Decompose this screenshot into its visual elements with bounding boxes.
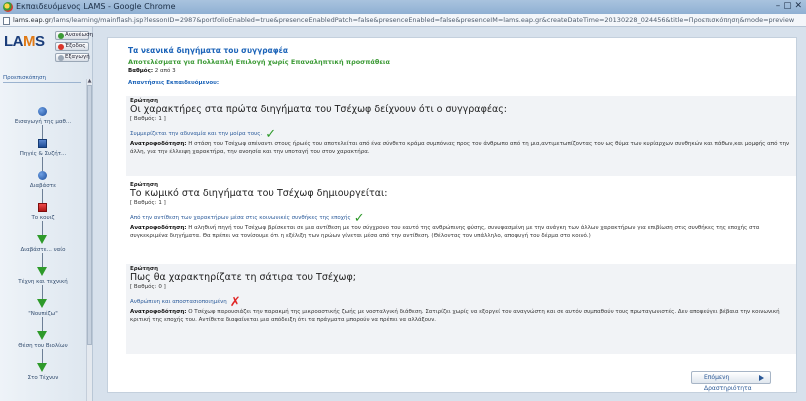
activity-connector [42,125,43,139]
activity-todo-icon [37,235,47,244]
next-activity-button[interactable]: Επόμενη Δραστηριότητα [691,371,771,392]
window-title: Εκπαιδευόμενος LAMS - Google Chrome [16,2,176,11]
scroll-up-icon[interactable]: ▲ [87,79,92,84]
feedback-label: Ανατροφοδότηση: [130,309,187,315]
question-marks: [ Βαθμός: 1 ] [130,200,166,206]
chrome-icon [3,2,13,12]
total-mark: Βαθμός: 2 από 3 [128,68,176,74]
sidebar-activity-7[interactable]: "Νουπέζω" [2,285,84,327]
learner-answer: Ανθρώπινη και αποστασιοποιημένη ✗ [130,295,241,310]
question-marks: [ Βαθμός: 1 ] [130,116,166,122]
activity-label: "Νουπέζω" [28,311,58,317]
exit-icon [58,44,64,50]
activity-connector [42,189,43,203]
question-text: Πως θα χαρακτηρίζατε τη σάτιρα του Τσέχω… [130,272,356,283]
total-mark-label: Βαθμός: [128,68,154,74]
activity-todo-icon [37,299,47,308]
next-activity-label: Επόμενη Δραστηριότητα [704,374,752,392]
activity-todo-icon [37,363,47,372]
activity-label: Πηγές & Συζήτ... [19,151,67,157]
sidebar: LAMS Ανανέωση Έξοδος Εξαγωγή Προεπισκόπη… [0,27,93,401]
url-path: /lams/learning/mainflash.jsp?lessonID=29… [51,16,795,24]
url-host: lams.eap.gr [13,16,52,24]
export-button[interactable]: Εξαγωγή [55,53,90,62]
activity-label: Στο Τέχνυν [27,375,59,381]
activity-connector [42,221,43,235]
url-text[interactable]: lams.eap.gr/lams/learning/mainflash.jsp?… [13,16,803,24]
question-block-1: Ερώτηση Οι χαρακτήρες στα πρώτα διηγήματ… [126,96,796,176]
activity-complete-icon [38,107,47,116]
answer-text: Ανθρώπινη και αποστασιοποιημένη [130,299,227,305]
refresh-button-label: Ανανέωση [65,32,94,38]
question-block-3: Ερώτηση Πως θα χαρακτηρίζατε τη σάτιρα τ… [126,264,796,354]
sidebar-activity-8[interactable]: Θέση του Βιολίων [2,317,84,359]
refresh-button[interactable]: Ανανέωση [55,31,93,40]
feedback-text: Η στάση του Τσέχωφ απέναντι στους ήρωές … [130,141,790,155]
learner-answer: Συμμερίζεται την αδυναμία και την μοίρα … [130,127,276,142]
results-subtitle: Αποτελέσματα για Πολλαπλή Επιλογή χωρίς … [128,58,390,66]
answer-text: Από την αντίθεση των χαρακτήρων μέσα στι… [130,215,351,221]
sidebar-activity-6[interactable]: Τέχνη και τεχνική [2,253,84,295]
activity-label: Διαβάστε... ναίο [20,247,66,253]
exit-button-label: Έξοδος [65,43,86,49]
sidebar-activity-9[interactable]: Στο Τέχνυν [2,349,84,391]
exit-button[interactable]: Έξοδος [55,42,89,51]
sidebar-activity-4[interactable]: Το κουιζ [2,189,84,231]
window-titlebar: Εκπαιδευόμενος LAMS - Google Chrome – ▢ … [0,0,806,14]
answer-text: Συμμερίζεται την αδυναμία και την μοίρα … [130,131,263,137]
question-feedback: Ανατροφοδότηση: Ο Τσέχωφ παρουσιάζει την… [130,309,790,324]
question-text: Οι χαρακτήρες στα πρώτα διηγήματα του Τσ… [130,104,508,115]
activity-label: Το κουιζ [31,215,55,221]
play-arrow-icon [759,375,764,381]
total-mark-value: 2 από 3 [154,68,176,74]
lams-logo: LAMS [4,33,45,50]
feedback-label: Ανατροφοδότηση: [130,141,187,147]
sidebar-activity-1[interactable]: Εισαγωγή της μαθ... [2,105,84,135]
sidebar-activity-5[interactable]: Διαβάστε... ναίο [2,221,84,263]
activity-connector [42,317,43,331]
activity-label: Εισαγωγή της μαθ... [14,119,72,125]
export-button-label: Εξαγωγή [65,54,90,60]
export-icon [58,55,64,61]
feedback-text: Ο Τσέχωφ παρουσιάζει την παρακμή της μικ… [130,309,780,323]
activity-label: Θέση του Βιολίων [18,343,68,349]
feedback-text: Η αληθινή πηγή του Τσέχωφ βρίσκεται σε μ… [130,225,760,239]
learner-answers-label: Απαντήσεις Εκπαιδευόμενου: [128,80,220,86]
address-bar[interactable]: lams.eap.gr/lams/learning/mainflash.jsp?… [0,14,806,27]
scrollbar-thumb[interactable] [87,85,92,345]
activity-connector [42,285,43,299]
activity-label: Τέχνη και τεχνική [18,279,68,285]
question-feedback: Ανατροφοδότηση: Η αληθινή πηγή του Τσέχω… [130,225,790,240]
activity-connector [42,253,43,267]
results-panel: Τα νεανικά διηγήματα του συγγραφέα Αποτε… [107,37,797,393]
question-block-2: Ερώτηση Το κωμικό στα διηγήματα του Τσέχ… [126,180,796,260]
learner-answer: Από την αντίθεση των χαρακτήρων μέσα στι… [130,211,365,226]
activity-todo-icon [37,331,47,340]
refresh-icon [58,33,64,39]
window-controls[interactable]: – ▢ ✕ [776,1,802,11]
activity-connector [42,157,43,171]
activity-current-icon [38,203,47,212]
sidebar-scrollbar[interactable]: ▲ [86,79,92,401]
correct-check-icon: ✓ [265,127,277,142]
incorrect-cross-icon: ✗ [229,295,241,310]
question-feedback: Ανατροφοδότηση: Η στάση του Τσέχωφ απένα… [130,141,790,156]
activity-connector [42,349,43,363]
question-marks: [ Βαθμός: 0 ] [130,284,166,290]
preview-section-label: Προεπισκόπηση [3,75,81,83]
activity-complete-icon [38,171,47,180]
sidebar-activity-2[interactable]: Πηγές & Συζήτ... [2,125,84,167]
content-area: Τα νεανικά διηγήματα του συγγραφέα Αποτε… [93,27,806,401]
activity-complete-icon [38,139,47,148]
question-text: Το κωμικό στα διηγήματα του Τσέχωφ δημιο… [130,188,388,199]
activity-todo-icon [37,267,47,276]
feedback-label: Ανατροφοδότηση: [130,225,187,231]
correct-check-icon: ✓ [353,211,365,226]
page-title: Τα νεανικά διηγήματα του συγγραφέα [128,46,288,55]
page-icon [3,17,10,25]
sidebar-activity-3[interactable]: Διαβάστε [2,157,84,199]
activity-label: Διαβάστε [29,183,57,189]
